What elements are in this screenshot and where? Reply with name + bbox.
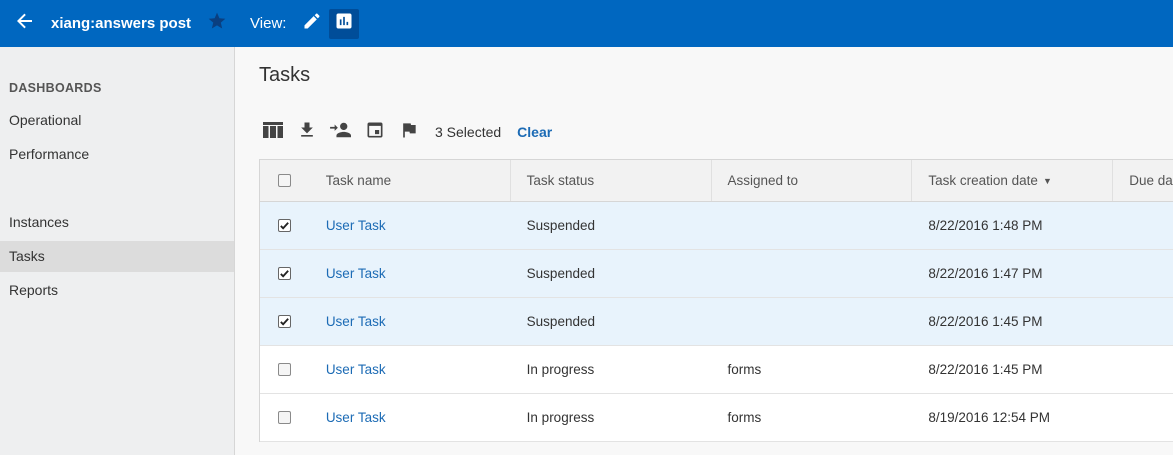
download-icon (297, 120, 317, 145)
assigned-to-cell: forms (727, 410, 762, 425)
task-status-cell: Suspended (526, 314, 595, 329)
task-name-link[interactable]: User Task (326, 218, 386, 233)
select-all-checkbox[interactable] (278, 174, 291, 187)
task-status-cell: In progress (526, 410, 595, 425)
row-checkbox[interactable] (278, 411, 291, 424)
task-name-cell: User Task (310, 394, 511, 441)
row-checkbox-cell (260, 298, 310, 345)
edit-view-button[interactable] (297, 9, 327, 39)
report-view-button[interactable] (329, 8, 360, 39)
app-title: xiang:answers post (51, 15, 192, 32)
checkmark-icon (280, 222, 289, 230)
table-row[interactable]: User Task Suspended 8/22/2016 1:45 PM (260, 298, 1173, 346)
task-status-cell: Suspended (526, 266, 595, 281)
view-label: View: (250, 15, 287, 32)
sidebar-item-performance[interactable]: Performance (0, 139, 234, 170)
flag-icon (399, 120, 419, 145)
sidebar-item-tasks[interactable]: Tasks (0, 241, 234, 272)
task-name-link[interactable]: User Task (326, 266, 386, 281)
checkmark-icon (280, 318, 289, 326)
column-header-assigned-to[interactable]: Assigned to (712, 160, 913, 201)
main-content: Tasks 3 Selected Clear Task name Task st… (235, 47, 1173, 455)
arrow-left-icon (16, 12, 34, 35)
calendar-button[interactable] (361, 119, 389, 145)
task-name-cell: User Task (310, 298, 511, 345)
assigned-to-cell (712, 298, 913, 345)
task-name-cell: User Task (310, 250, 511, 297)
favorite-button[interactable] (205, 12, 229, 36)
clear-selection-link[interactable]: Clear (517, 124, 552, 140)
top-bar: xiang:answers post View: (0, 0, 1173, 47)
sidebar-item-operational[interactable]: Operational (0, 105, 234, 136)
column-header-task-name[interactable]: Task name (310, 160, 511, 201)
column-header-due-date[interactable]: Due da (1113, 160, 1173, 201)
star-icon (207, 11, 227, 36)
columns-icon (262, 120, 284, 145)
table-header-row: Task name Task status Assigned to Task c… (260, 160, 1173, 202)
column-header-task-creation-date[interactable]: Task creation date ▼ (912, 160, 1114, 201)
back-button[interactable] (0, 0, 50, 47)
assign-user-icon (329, 120, 353, 145)
toolbar: 3 Selected Clear (259, 119, 552, 145)
row-checkbox-cell (260, 250, 310, 297)
due-date-cell (1113, 394, 1173, 441)
creation-date-cell: 8/22/2016 1:48 PM (928, 218, 1043, 233)
flag-button[interactable] (395, 119, 423, 145)
download-button[interactable] (293, 119, 321, 145)
task-name-link[interactable]: User Task (326, 410, 386, 425)
assign-user-button[interactable] (327, 119, 355, 145)
table-row[interactable]: User Task In progress forms 8/19/2016 12… (260, 394, 1173, 442)
checkmark-icon (280, 270, 289, 278)
due-date-cell (1113, 346, 1173, 393)
task-name-link[interactable]: User Task (326, 362, 386, 377)
column-header-task-status[interactable]: Task status (511, 160, 712, 201)
calendar-icon (365, 120, 385, 145)
task-status-cell: Suspended (526, 218, 595, 233)
table-row[interactable]: User Task In progress forms 8/22/2016 1:… (260, 346, 1173, 394)
creation-date-cell: 8/22/2016 1:45 PM (928, 362, 1043, 377)
bar-chart-icon (334, 11, 354, 36)
sidebar: DASHBOARDS Operational Performance Insta… (0, 47, 235, 455)
column-header-label: Task creation date (928, 173, 1038, 188)
sidebar-heading-dashboards: DASHBOARDS (9, 81, 102, 95)
due-date-cell (1113, 250, 1173, 297)
columns-button[interactable] (259, 119, 287, 145)
row-checkbox-cell (260, 394, 310, 441)
page-title: Tasks (259, 64, 311, 86)
table-row[interactable]: User Task Suspended 8/22/2016 1:47 PM (260, 250, 1173, 298)
header-checkbox-cell (260, 160, 310, 201)
assigned-to-cell (712, 202, 913, 249)
row-checkbox[interactable] (278, 363, 291, 376)
sidebar-item-instances[interactable]: Instances (0, 207, 234, 238)
due-date-cell (1113, 202, 1173, 249)
tasks-table: Task name Task status Assigned to Task c… (259, 159, 1173, 442)
pencil-icon (302, 11, 322, 36)
creation-date-cell: 8/22/2016 1:47 PM (928, 266, 1043, 281)
sidebar-item-reports[interactable]: Reports (0, 275, 234, 306)
task-status-cell: In progress (526, 362, 595, 377)
creation-date-cell: 8/22/2016 1:45 PM (928, 314, 1043, 329)
row-checkbox-cell (260, 202, 310, 249)
task-name-cell: User Task (310, 346, 511, 393)
row-checkbox[interactable] (278, 315, 291, 328)
assigned-to-cell: forms (727, 362, 762, 377)
table-row[interactable]: User Task Suspended 8/22/2016 1:48 PM (260, 202, 1173, 250)
creation-date-cell: 8/19/2016 12:54 PM (928, 410, 1050, 425)
assigned-to-cell (712, 250, 913, 297)
sort-descending-icon: ▼ (1042, 175, 1052, 186)
due-date-cell (1113, 298, 1173, 345)
task-name-cell: User Task (310, 202, 511, 249)
task-name-link[interactable]: User Task (326, 314, 386, 329)
selected-count: 3 Selected (435, 124, 502, 140)
row-checkbox[interactable] (278, 267, 291, 280)
row-checkbox-cell (260, 346, 310, 393)
row-checkbox[interactable] (278, 219, 291, 232)
